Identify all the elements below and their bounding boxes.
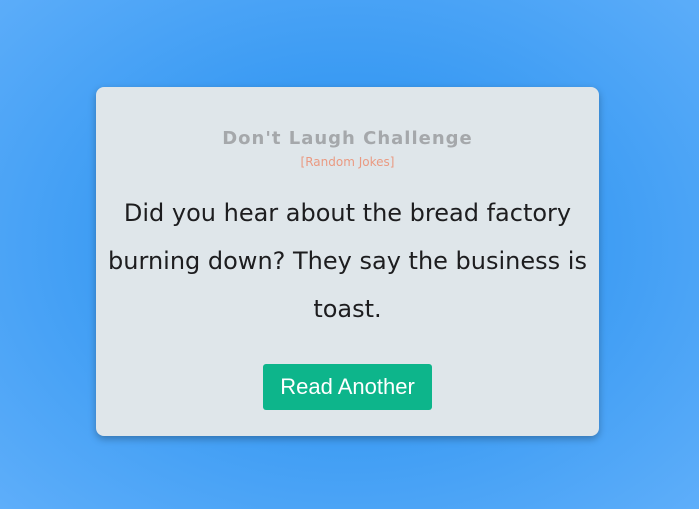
read-another-button[interactable]: Read Another — [263, 364, 432, 410]
joke-text: Did you hear about the bread factory bur… — [108, 199, 587, 323]
card-title: Don't Laugh Challenge — [222, 128, 473, 149]
card-subtitle: [Random Jokes] — [300, 155, 395, 169]
joke-card: Don't Laugh Challenge [Random Jokes] Did… — [96, 87, 599, 436]
